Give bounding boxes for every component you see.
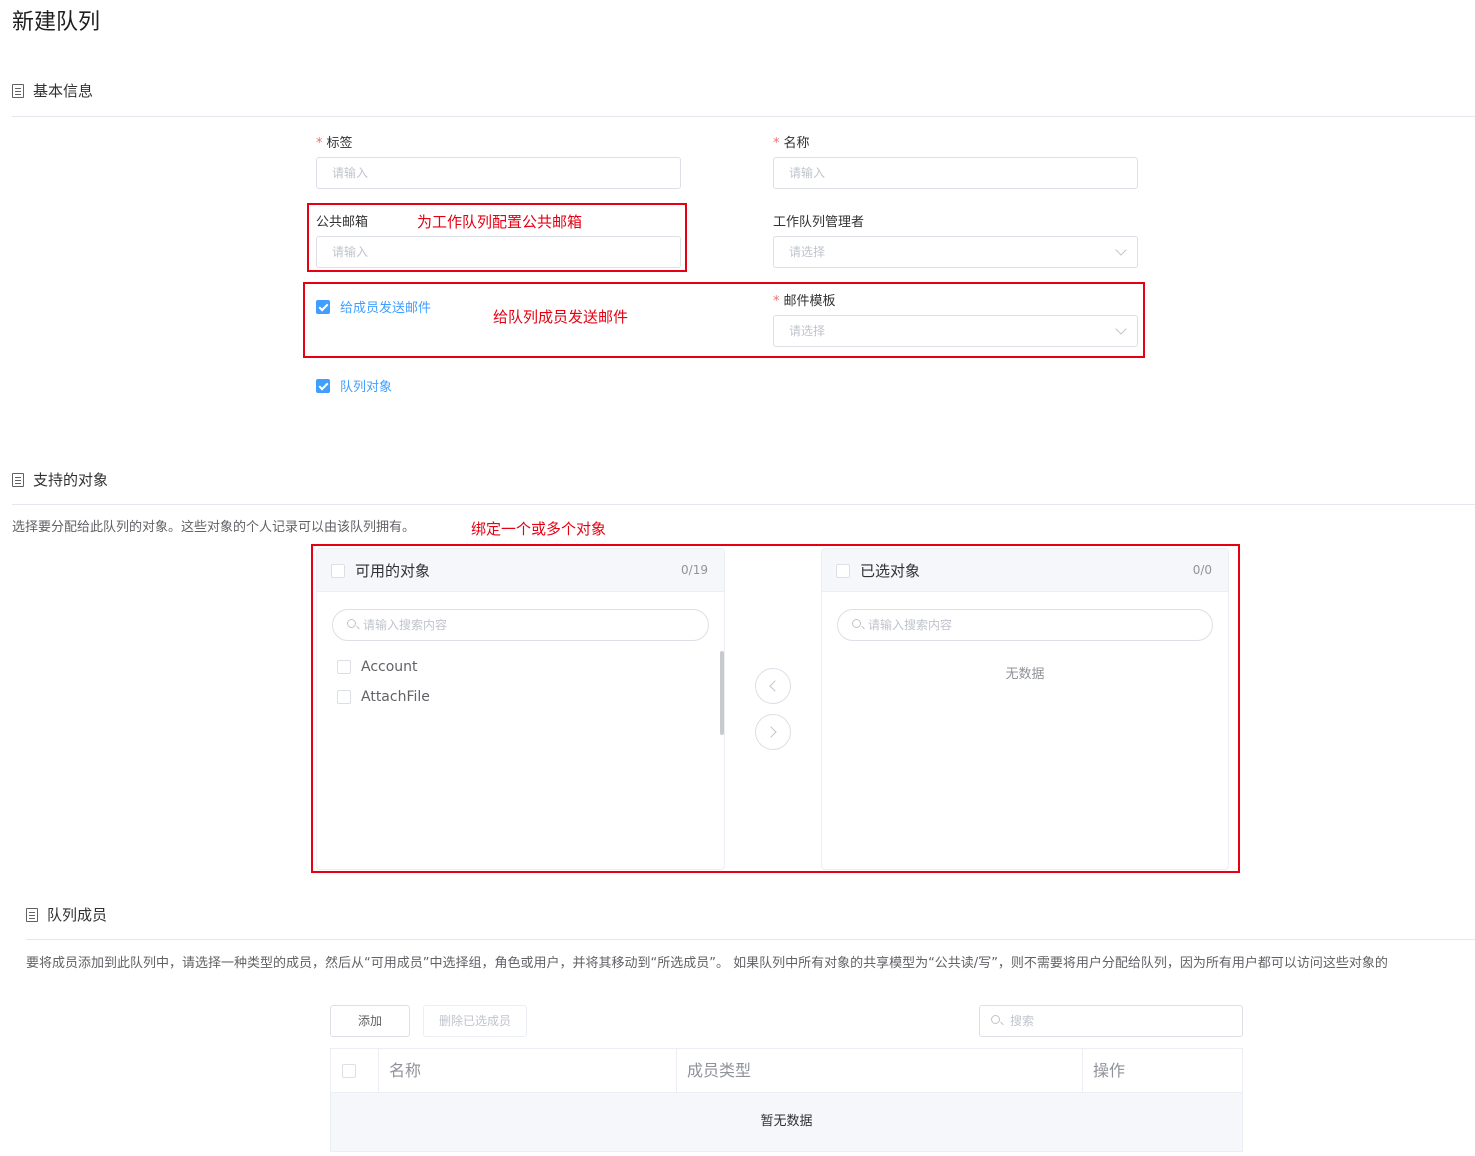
manager-select[interactable]: 请选择 <box>773 236 1138 268</box>
selected-panel-title: 已选对象 <box>860 562 921 580</box>
chevron-right-icon <box>765 726 777 738</box>
search-icon <box>347 619 356 628</box>
page-title: 新建队列 <box>12 10 101 35</box>
annotation-bind-text: 绑定一个或多个对象 <box>471 520 607 538</box>
divider <box>26 939 1475 940</box>
move-left-button[interactable] <box>755 668 791 704</box>
selected-panel-header: 已选对象 0/0 <box>822 549 1228 592</box>
annotation-email-text: 为工作队列配置公共邮箱 <box>417 213 583 231</box>
queue-object-checkbox-row[interactable]: 队列对象 <box>316 376 392 395</box>
item-label: Account <box>361 659 418 675</box>
selected-search-input[interactable]: 请输入搜索内容 <box>837 609 1213 641</box>
available-search-input[interactable]: 请输入搜索内容 <box>332 609 709 641</box>
template-field-label: * 邮件模板 <box>773 294 836 309</box>
member-search-placeholder: 搜索 <box>1010 1014 1035 1028</box>
label-input[interactable] <box>316 157 681 189</box>
available-count: 0/19 <box>681 563 708 577</box>
divider <box>12 504 1475 505</box>
table-header-checkbox-cell <box>331 1049 379 1092</box>
section-basic-header: 基本信息 <box>12 80 93 101</box>
manager-select-placeholder: 请选择 <box>789 245 826 259</box>
selected-objects-panel: 已选对象 0/0 请输入搜索内容 无数据 <box>821 548 1229 870</box>
members-table: 名称 成员类型 操作 暂无数据 <box>330 1048 1243 1152</box>
add-member-button[interactable]: 添加 <box>330 1005 410 1037</box>
label-field-label: * 标签 <box>316 136 353 151</box>
chevron-left-icon <box>769 680 781 692</box>
move-right-button[interactable] <box>755 714 791 750</box>
section-objects-title: 支持的对象 <box>33 471 109 489</box>
list-item[interactable]: Account <box>337 659 418 675</box>
section-basic-title: 基本信息 <box>33 82 94 100</box>
column-header-name[interactable]: 名称 <box>379 1049 677 1092</box>
list-doc-icon <box>12 472 24 487</box>
public-email-input[interactable] <box>316 236 681 268</box>
send-email-checkbox[interactable] <box>316 299 330 314</box>
member-search-input[interactable]: 搜索 <box>979 1005 1243 1037</box>
available-select-all-checkbox[interactable] <box>331 564 345 578</box>
selected-search-placeholder: 请输入搜索内容 <box>868 618 953 632</box>
email-field-label: 公共邮箱 <box>316 215 369 230</box>
item-label: AttachFile <box>361 689 430 705</box>
item-checkbox[interactable] <box>337 660 351 674</box>
scrollbar-thumb[interactable] <box>720 651 724 735</box>
column-header-member-type[interactable]: 成员类型 <box>677 1049 1083 1092</box>
list-doc-icon <box>26 907 38 922</box>
search-icon <box>852 619 861 628</box>
item-checkbox[interactable] <box>337 690 351 704</box>
chevron-down-icon <box>1115 244 1127 256</box>
available-panel-header: 可用的对象 0/19 <box>317 549 724 592</box>
queue-object-label: 队列对象 <box>340 380 393 395</box>
available-search-placeholder: 请输入搜索内容 <box>363 618 448 632</box>
divider <box>12 116 1475 117</box>
template-select-placeholder: 请选择 <box>789 324 826 338</box>
send-email-checkbox-row[interactable]: 给成员发送邮件 <box>316 297 431 316</box>
table-empty-row: 暂无数据 <box>331 1093 1242 1151</box>
manager-field-label: 工作队列管理者 <box>773 215 865 230</box>
objects-description: 选择要分配给此队列的对象。这些对象的个人记录可以由该队列拥有。 <box>12 520 416 535</box>
email-template-select[interactable]: 请选择 <box>773 315 1138 347</box>
selected-select-all-checkbox[interactable] <box>836 564 850 578</box>
selected-empty-text: 无数据 <box>1005 667 1045 682</box>
annotation-send-text: 给队列成员发送邮件 <box>493 308 629 326</box>
list-doc-icon <box>12 83 24 98</box>
delete-selected-members-button[interactable]: 删除已选成员 <box>423 1005 527 1037</box>
available-panel-title: 可用的对象 <box>355 562 431 580</box>
section-members-title: 队列成员 <box>47 906 108 924</box>
section-members-header: 队列成员 <box>26 904 107 925</box>
name-input[interactable] <box>773 157 1138 189</box>
table-select-all-checkbox[interactable] <box>342 1064 356 1078</box>
available-objects-panel: 可用的对象 0/19 请输入搜索内容 Account AttachFile <box>316 548 725 870</box>
members-description: 要将成员添加到此队列中，请选择一种类型的成员，然后从“可用成员”中选择组，角色或… <box>26 956 1388 971</box>
queue-object-checkbox[interactable] <box>316 378 330 393</box>
list-item[interactable]: AttachFile <box>337 689 430 705</box>
chevron-down-icon <box>1115 323 1127 335</box>
selected-count: 0/0 <box>1192 563 1212 577</box>
section-objects-header: 支持的对象 <box>12 469 108 490</box>
column-header-actions: 操作 <box>1093 1061 1126 1080</box>
name-field-label: * 名称 <box>773 136 810 151</box>
send-email-label: 给成员发送邮件 <box>340 301 432 316</box>
search-icon <box>991 1015 1000 1024</box>
table-header: 名称 成员类型 操作 <box>331 1049 1242 1093</box>
